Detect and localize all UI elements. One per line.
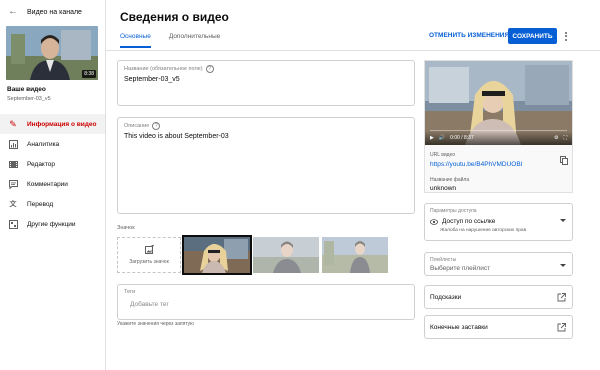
eye-icon — [430, 218, 438, 225]
tags-field[interactable]: Теги Добавьте тег — [117, 284, 415, 320]
thumbnail-image — [322, 237, 388, 273]
add-image-icon — [144, 244, 154, 256]
external-link-icon — [557, 323, 566, 332]
video-name: September-03_v5 — [7, 96, 51, 102]
visibility-label: Параметры доступа — [430, 208, 477, 214]
upload-thumbnail-label: Загрузить значок — [129, 259, 169, 265]
fullscreen-icon[interactable]: ⛶ — [563, 135, 567, 141]
chevron-down-icon — [560, 219, 566, 222]
thumbnail-option-2[interactable] — [253, 237, 319, 273]
end-screens-label: Конечные заставки — [430, 323, 488, 331]
video-url-label: URL видео — [430, 152, 456, 158]
copyright-claim-note: Жалоба на нарушение авторских прав — [440, 228, 527, 233]
sidebar: ← Видео на канале 8:38 Ваше видео Septem… — [0, 0, 106, 370]
arrow-back-icon[interactable]: ← — [8, 7, 18, 17]
description-input[interactable]: This video is about September-03 — [124, 133, 229, 140]
video-player[interactable]: ▶ 🔊 0:00 / 8:37 ⚙ ⛶ — [425, 61, 572, 145]
duration-badge: 8:38 — [82, 70, 96, 78]
translate-icon: 文 — [9, 201, 17, 208]
thumbnails-label: Значок — [117, 225, 135, 231]
visibility-value: Доступ по ссылке — [430, 218, 495, 225]
sidebar-item-details[interactable]: ✎ Информация о видео — [0, 114, 105, 134]
sidebar-item-comments[interactable]: Комментарии — [0, 174, 105, 194]
more-options-icon[interactable] — [563, 29, 569, 43]
sidebar-item-label: Редактор — [27, 160, 55, 168]
settings-gear-icon[interactable]: ⚙ — [554, 135, 558, 141]
visibility-dropdown[interactable]: Параметры доступа Доступ по ссылке Жалоб… — [424, 203, 573, 241]
title-field[interactable]: Название (обязательное поле) ? September… — [117, 60, 415, 106]
title-input[interactable]: September-03_v5 — [124, 76, 180, 83]
description-field-label: Описание ? — [124, 122, 161, 130]
tags-hint: Укажите значения через запятую — [117, 321, 194, 327]
sidebar-item-label: Перевод — [27, 200, 54, 208]
tab-advanced[interactable]: Дополнительные — [169, 33, 220, 48]
video-thumbnail[interactable]: 8:38 — [6, 26, 98, 80]
sidebar-item-analytics[interactable]: Аналитика — [0, 134, 105, 154]
save-button[interactable]: СОХРАНИТЬ — [508, 28, 557, 44]
tags-field-label: Теги — [124, 289, 136, 295]
description-field[interactable]: Описание ? This video is about September… — [117, 117, 415, 214]
upload-thumbnail-button[interactable]: Загрузить значок — [117, 237, 181, 273]
help-icon[interactable]: ? — [205, 65, 214, 73]
filename-value: unknown — [430, 185, 457, 192]
sidebar-item-label: Информация о видео — [27, 120, 97, 128]
time-display: 0:00 / 8:37 — [450, 135, 474, 141]
cards-label: Подсказки — [430, 293, 462, 301]
sidebar-item-editor[interactable]: Редактор — [0, 154, 105, 174]
video-preview-panel: ▶ 🔊 0:00 / 8:37 ⚙ ⛶ URL видео https://yo… — [424, 60, 573, 193]
video-url-link[interactable]: https://youtu.be/B4PhVMDUOBI — [430, 161, 523, 168]
play-icon[interactable]: ▶ — [430, 135, 434, 141]
help-icon[interactable]: ? — [152, 122, 161, 130]
your-video-heading: Ваше видео — [7, 86, 46, 93]
tags-input[interactable]: Добавьте тег — [130, 301, 169, 308]
sidebar-item-other[interactable]: Другие функции — [0, 214, 105, 234]
cards-link[interactable]: Подсказки — [424, 285, 573, 309]
tabs-divider — [106, 50, 600, 51]
page-title: Сведения о видео — [120, 10, 229, 24]
thumbnail-option-3[interactable] — [322, 237, 388, 273]
undo-changes-button[interactable]: ОТМЕНИТЬ ИЗМЕНЕНИЯ — [429, 32, 509, 39]
sidebar-item-label: Аналитика — [27, 140, 60, 148]
chevron-down-icon — [560, 264, 566, 267]
end-screens-link[interactable]: Конечные заставки — [424, 315, 573, 339]
volume-icon[interactable]: 🔊 — [439, 135, 445, 141]
filename-label: Название файла — [430, 177, 470, 183]
thumbnail-image — [184, 237, 250, 273]
pencil-icon: ✎ — [9, 118, 17, 129]
sidebar-nav: ✎ Информация о видео Аналитика Редактор … — [0, 114, 105, 234]
title-field-label: Название (обязательное поле) ? — [124, 65, 214, 73]
copy-icon[interactable] — [560, 156, 568, 165]
film-editor-icon — [8, 159, 18, 169]
sidebar-item-translation[interactable]: 文 Перевод — [0, 194, 105, 214]
analytics-icon — [8, 139, 18, 149]
other-features-icon — [8, 219, 18, 229]
tabs: Основные Дополнительные — [120, 33, 220, 48]
sidebar-item-label: Другие функции — [27, 220, 76, 228]
thumbnail-image — [253, 237, 319, 273]
thumbnail-option-1[interactable] — [182, 235, 252, 275]
playlist-dropdown[interactable]: Плейлисты Выберите плейлист — [424, 252, 573, 276]
back-to-channel-videos[interactable]: ← Видео на канале — [8, 7, 82, 17]
external-link-icon — [557, 293, 566, 302]
tab-basic[interactable]: Основные — [120, 33, 151, 48]
playlist-placeholder: Выберите плейлист — [430, 265, 491, 272]
sidebar-item-label: Комментарии — [27, 180, 68, 188]
player-controls: ▶ 🔊 0:00 / 8:37 ⚙ ⛶ — [425, 131, 572, 145]
playlist-label: Плейлисты — [430, 257, 457, 263]
comment-icon — [8, 179, 18, 189]
back-label[interactable]: Видео на канале — [27, 9, 82, 16]
